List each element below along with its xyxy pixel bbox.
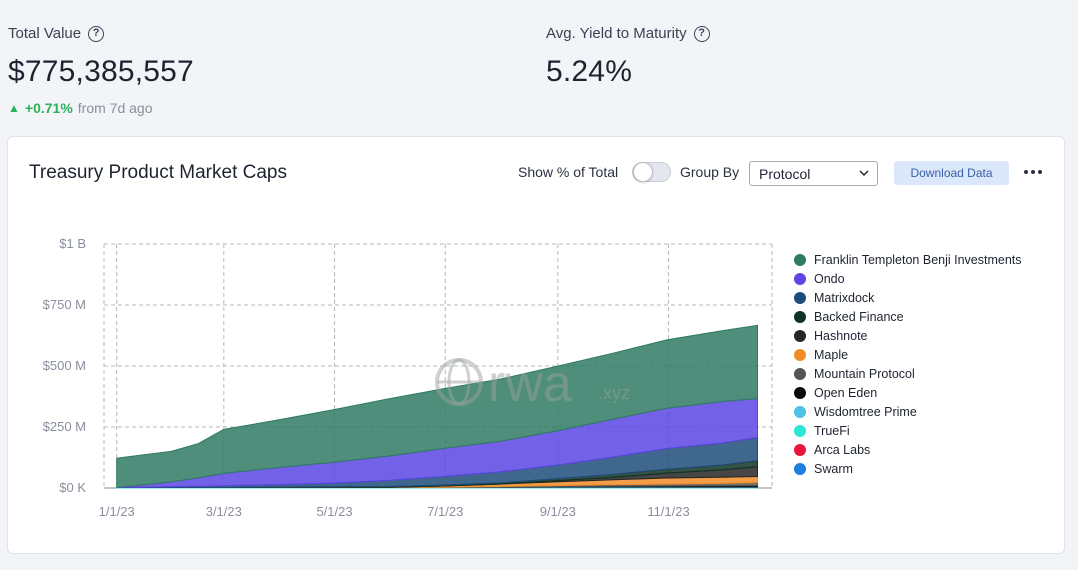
legend-label: Open Eden	[814, 385, 878, 400]
legend-label: Swarm	[814, 461, 853, 476]
x-tick-label: 7/1/23	[427, 504, 463, 519]
avg-yield-label-row: Avg. Yield to Maturity ?	[546, 25, 710, 42]
legend-label: Wisdomtree Prime	[814, 404, 917, 419]
legend-label: Arca Labs	[814, 442, 871, 457]
legend-item[interactable]: Mountain Protocol	[794, 364, 1022, 383]
change-percent: +0.71%	[24, 100, 73, 116]
watermark-text: rwa	[488, 355, 572, 413]
help-icon[interactable]: ?	[88, 25, 105, 42]
total-value-label: Total Value	[8, 25, 82, 42]
legend-item[interactable]: Franklin Templeton Benji Investments	[794, 250, 1022, 269]
legend-label: Maple	[814, 347, 849, 362]
x-tick-label: 5/1/23	[316, 504, 352, 519]
legend-item[interactable]: Open Eden	[794, 383, 1022, 402]
legend-dot-icon	[794, 329, 806, 342]
x-tick-label: 11/1/23	[647, 504, 689, 519]
market-caps-card: Treasury Product Market Caps Show % of T…	[7, 136, 1065, 554]
y-tick-label: $250 M	[43, 419, 86, 434]
legend-dot-icon	[794, 310, 806, 323]
more-options-icon[interactable]	[1024, 167, 1044, 177]
legend-dot-icon	[794, 424, 806, 437]
legend-dot-icon	[794, 291, 806, 304]
legend-label: TrueFi	[814, 423, 850, 438]
legend-dot-icon	[794, 405, 806, 418]
legend-label: Ondo	[814, 271, 845, 286]
help-icon[interactable]: ?	[693, 25, 710, 42]
legend-item[interactable]: Ondo	[794, 269, 1022, 288]
legend-dot-icon	[794, 272, 806, 285]
y-tick-label: $1 B	[59, 236, 86, 251]
legend-item[interactable]: Maple	[794, 345, 1022, 364]
legend-label: Hashnote	[814, 328, 868, 343]
y-tick-label: $0 K	[59, 480, 86, 495]
legend-item[interactable]: Arca Labs	[794, 440, 1022, 459]
x-tick-label: 9/1/23	[540, 504, 576, 519]
stacked-area-chart: rwa .xyz $0 K $250 M $500 M $750 M $1 B 1/1/2…	[43, 236, 773, 519]
total-value-change: ▲ +0.71% from 7d ago	[8, 100, 152, 116]
chart-areas	[116, 324, 758, 489]
x-tick-label: 1/1/23	[99, 504, 135, 519]
avg-yield-value: 5.24%	[546, 55, 633, 88]
legend-dot-icon	[794, 386, 806, 399]
total-value-amount: $775,385,557	[8, 55, 194, 88]
legend-item[interactable]: Matrixdock	[794, 288, 1022, 307]
legend-item[interactable]: Swarm	[794, 459, 1022, 478]
legend-dot-icon	[794, 367, 806, 380]
legend-item[interactable]: Backed Finance	[794, 307, 1022, 326]
legend-dot-icon	[794, 443, 806, 456]
watermark-suffix: .xyz	[598, 383, 630, 403]
download-data-button[interactable]: Download Data	[894, 161, 1009, 185]
x-tick-label: 3/1/23	[206, 504, 242, 519]
chevron-down-icon	[859, 170, 869, 176]
y-tick-label: $500 M	[43, 358, 86, 373]
legend-label: Mountain Protocol	[814, 366, 915, 381]
legend-item[interactable]: TrueFi	[794, 421, 1022, 440]
y-tick-label: $750 M	[43, 297, 86, 312]
legend-dot-icon	[794, 348, 806, 361]
legend-label: Franklin Templeton Benji Investments	[814, 252, 1022, 267]
legend-dot-icon	[794, 253, 806, 266]
legend-item[interactable]: Hashnote	[794, 326, 1022, 345]
change-period: from 7d ago	[77, 100, 153, 116]
up-arrow-icon: ▲	[8, 101, 20, 115]
legend-item[interactable]: Wisdomtree Prime	[794, 402, 1022, 421]
chart-legend: Franklin Templeton Benji Investments Ondo…	[794, 250, 1022, 478]
avg-yield-label: Avg. Yield to Maturity	[546, 25, 687, 42]
legend-label: Backed Finance	[814, 309, 904, 324]
legend-label: Matrixdock	[814, 290, 875, 305]
legend-dot-icon	[794, 462, 806, 475]
total-value-label-row: Total Value ?	[8, 25, 105, 42]
